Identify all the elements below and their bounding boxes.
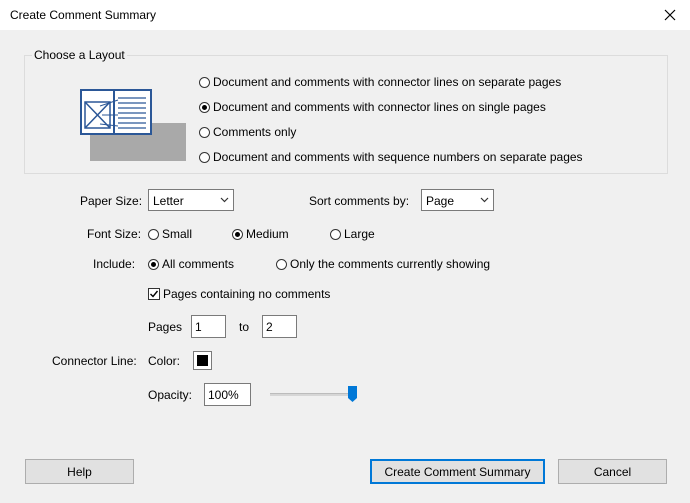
layout-option-comments-only[interactable]: Comments only [199,125,296,139]
pages-label: Pages [148,320,183,334]
create-comment-summary-button[interactable]: Create Comment Summary [370,459,545,484]
sort-label: Sort comments by: [309,194,410,208]
font-size-medium[interactable]: Medium [232,227,289,241]
opacity-value: 100% [208,388,239,402]
radio-icon [199,126,210,138]
include-label: Include: [93,257,136,271]
color-picker-button[interactable] [193,351,212,370]
pages-no-comments-checkbox[interactable]: Pages containing no comments [148,287,330,301]
radio-icon [148,228,159,240]
font-size-option-label: Large [344,227,375,241]
include-option-label: Only the comments currently showing [290,257,491,271]
layout-option-label: Document and comments with connector lin… [213,75,562,89]
paper-size-value: Letter [153,194,184,208]
opacity-label: Opacity: [148,388,193,402]
close-icon [664,9,676,21]
sort-select[interactable]: Page [421,189,494,211]
color-label: Color: [148,354,181,368]
layout-option-label: Document and comments with connector lin… [213,100,546,114]
chevron-down-icon [215,190,233,210]
layout-preview-icon [80,89,186,161]
font-size-small[interactable]: Small [148,227,192,241]
checkbox-label: Pages containing no comments [163,287,331,301]
radio-selected-icon [232,228,243,240]
sort-value: Page [426,194,455,208]
pages-to-value: 2 [266,320,273,334]
pages-from-input[interactable]: 1 [191,315,226,338]
include-showing-only[interactable]: Only the comments currently showing [276,257,490,271]
pages-to-input[interactable]: 2 [262,315,297,338]
help-button-label: Help [67,464,92,479]
radio-selected-icon [148,258,159,270]
font-size-large[interactable]: Large [330,227,375,241]
pages-to-label: to [239,320,250,334]
opacity-slider-track[interactable] [270,393,356,396]
help-button[interactable]: Help [25,459,134,484]
font-size-option-label: Medium [246,227,289,241]
layout-option-sequence-numbers[interactable]: Document and comments with sequence numb… [199,150,583,164]
opacity-input[interactable]: 100% [204,383,251,406]
paper-size-select[interactable]: Letter [148,189,234,211]
layout-option-label: Document and comments with sequence numb… [213,150,583,164]
window-title: Create Comment Summary [10,8,157,22]
radio-icon [199,76,210,88]
chevron-down-icon [475,190,493,210]
color-swatch [197,355,208,366]
font-size-label: Font Size: [87,227,142,241]
include-all-comments[interactable]: All comments [148,257,234,271]
cancel-button[interactable]: Cancel [558,459,667,484]
checkbox-checked-icon [148,288,160,300]
title-bar: Create Comment Summary [0,0,690,30]
cancel-button-label: Cancel [593,464,632,479]
radio-icon [330,228,341,240]
connector-line-label: Connector Line: [52,354,137,368]
include-option-label: All comments [162,257,235,271]
layout-option-label: Comments only [213,125,297,139]
close-button[interactable] [650,0,690,30]
radio-icon [199,151,210,163]
layout-group-label: Choose a Layout [32,48,127,62]
paper-size-label: Paper Size: [80,194,143,208]
radio-selected-icon [199,101,210,113]
radio-icon [276,258,287,270]
font-size-option-label: Small [162,227,193,241]
layout-option-separate-connector[interactable]: Document and comments with connector lin… [199,75,561,89]
opacity-slider-thumb[interactable] [348,386,357,402]
layout-option-single-connector[interactable]: Document and comments with connector lin… [199,100,546,114]
pages-from-value: 1 [195,320,202,334]
create-button-label: Create Comment Summary [384,464,531,479]
